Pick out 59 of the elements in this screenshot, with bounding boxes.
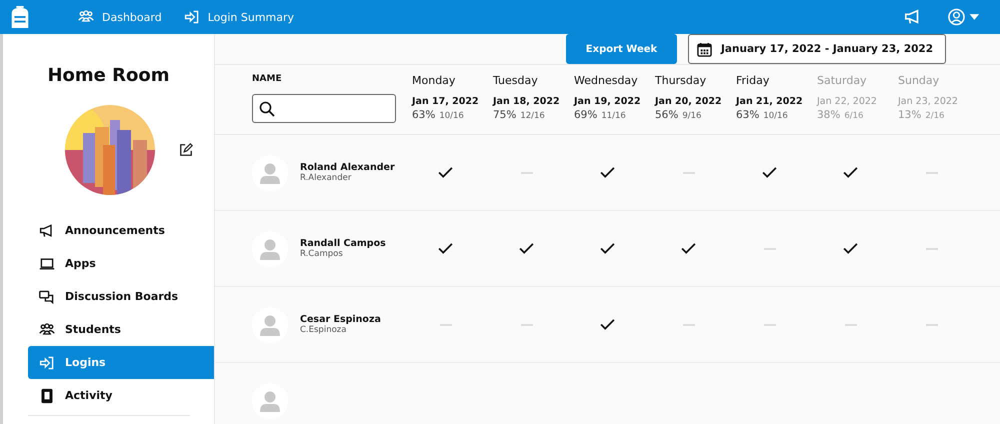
date-label: Jan 21, 2022 <box>736 96 804 107</box>
percent-label: 63% <box>412 109 436 121</box>
percent-label: 69% <box>574 109 598 121</box>
count-label: 10/16 <box>763 111 788 121</box>
login-arrow-icon <box>39 354 55 370</box>
column-heading: NAME <box>252 74 283 86</box>
tablet-icon <box>39 388 55 404</box>
sidebar-item[interactable]: Logins <box>28 346 214 379</box>
people-icon <box>39 322 55 338</box>
login-arrow-icon <box>184 9 200 25</box>
day-heading: Tuesday <box>493 74 539 89</box>
room-title: Home Room <box>46 65 170 88</box>
sidebar-item[interactable]: Students <box>28 313 214 346</box>
percent-label: 63% <box>736 109 760 121</box>
calendar-icon <box>697 42 712 56</box>
edit-icon[interactable] <box>179 143 193 157</box>
date-label: Jan 22, 2022 <box>817 96 878 107</box>
date-label: Jan 18, 2022 <box>493 96 561 107</box>
student-username: R.Campos <box>300 249 344 259</box>
day-heading: Saturday <box>817 74 868 89</box>
percent-label: 56% <box>655 109 678 121</box>
sidebar-item[interactable]: Apps <box>28 247 214 280</box>
date-label: Jan 17, 2022 <box>412 96 480 107</box>
day-heading: Thursday <box>655 74 708 89</box>
date-label: Jan 19, 2022 <box>574 96 642 107</box>
sidebar-item[interactable]: Discussion Boards <box>28 280 214 313</box>
chat-icon <box>39 288 55 304</box>
percent-label: 75% <box>493 109 516 121</box>
date-label: Jan 20, 2022 <box>655 96 723 107</box>
backpack-icon[interactable] <box>9 5 31 29</box>
date-range-field[interactable]: January 17, 2022 - January 23, 2022 <box>688 34 946 64</box>
student-username: C.Espinoza <box>300 325 348 335</box>
student-name: Cesar Espinoza <box>300 314 381 325</box>
count-label: 10/16 <box>439 111 464 121</box>
student-name: Roland Alexander <box>300 162 395 173</box>
nav-link[interactable]: Login Summary <box>184 9 294 25</box>
day-heading: Monday <box>412 74 456 89</box>
day-heading: Sunday <box>898 74 940 89</box>
sidebar-item[interactable]: Announcements <box>28 214 214 247</box>
count-label: 2/16 <box>925 111 944 121</box>
student-name: Randall Campos <box>300 238 386 249</box>
day-heading: Friday <box>736 74 770 89</box>
count-label: 11/16 <box>601 111 626 121</box>
export-week-button[interactable]: Export Week <box>566 34 677 64</box>
laptop-icon <box>39 256 55 272</box>
sidebar-item[interactable]: Activity <box>28 379 214 412</box>
percent-label: 38% <box>817 109 840 121</box>
user-menu-icon[interactable] <box>948 7 980 27</box>
search-icon <box>259 100 275 116</box>
date-range-text: January 17, 2022 - January 23, 2022 <box>721 43 934 55</box>
date-label: Jan 23, 2022 <box>898 96 959 107</box>
count-label: 12/16 <box>520 111 545 121</box>
student-username: R.Alexander <box>300 173 352 183</box>
nav-link[interactable]: Dashboard <box>78 9 162 25</box>
percent-label: 13% <box>898 109 922 121</box>
count-label: 9/16 <box>682 111 702 121</box>
day-heading: Wednesday <box>574 74 639 89</box>
search-field[interactable] <box>252 94 396 123</box>
count-label: 6/16 <box>844 111 864 121</box>
